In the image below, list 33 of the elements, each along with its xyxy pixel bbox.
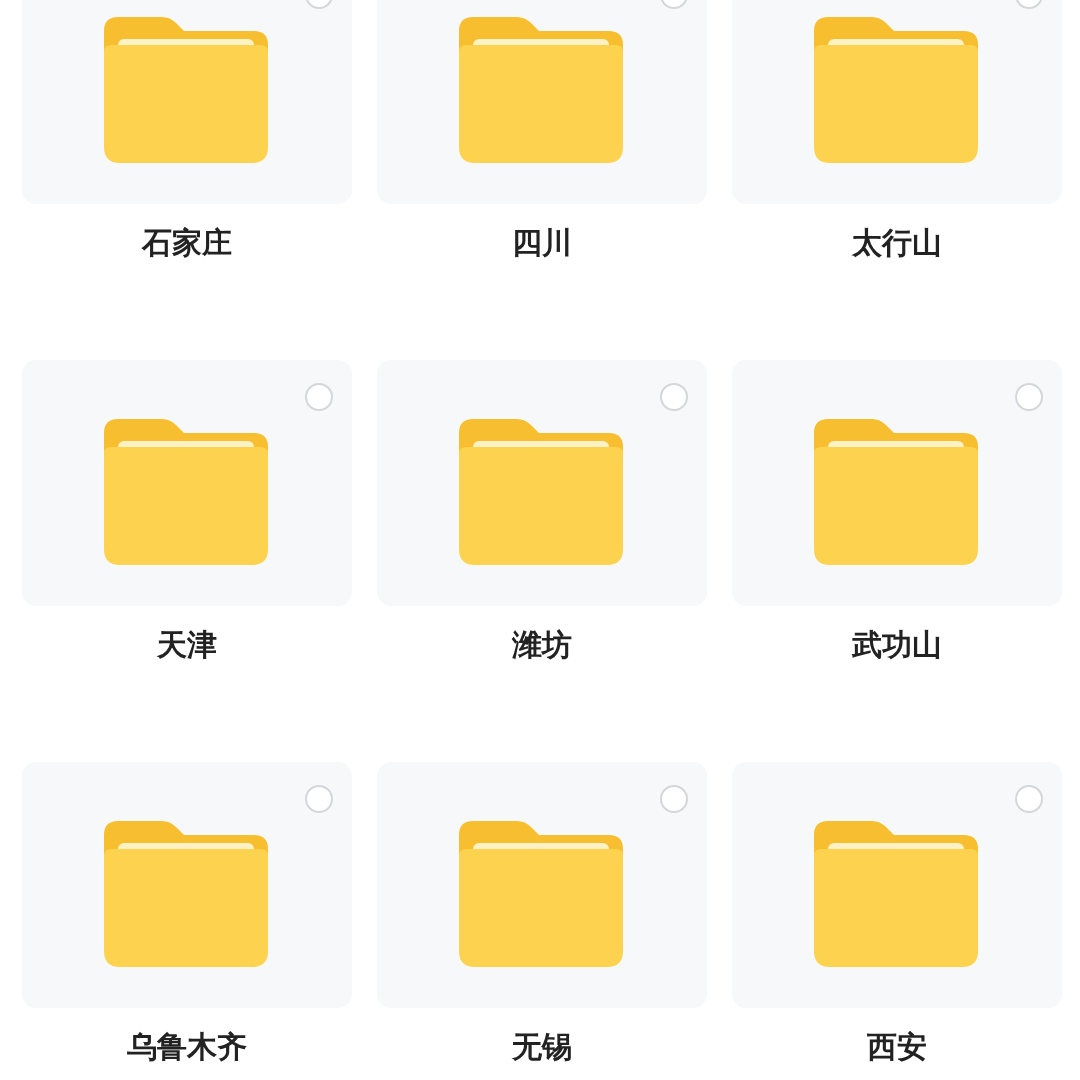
folder-name: 无锡 bbox=[512, 1030, 572, 1064]
select-circle[interactable] bbox=[305, 383, 333, 411]
folder-tile[interactable] bbox=[732, 762, 1062, 1008]
folder-icon bbox=[459, 821, 623, 967]
folder-name: 西安 bbox=[867, 1030, 927, 1064]
folder-name: 乌鲁木齐 bbox=[127, 1030, 247, 1064]
folder-icon bbox=[814, 17, 978, 163]
folder-tile[interactable] bbox=[377, 0, 707, 204]
folder-name: 石家庄 bbox=[142, 226, 232, 260]
folder-icon bbox=[104, 419, 268, 565]
folder-tile[interactable] bbox=[22, 360, 352, 606]
folder-tile[interactable] bbox=[377, 762, 707, 1008]
select-circle[interactable] bbox=[1015, 383, 1043, 411]
folder-tile[interactable] bbox=[732, 0, 1062, 204]
folder-icon bbox=[104, 821, 268, 967]
folder-name: 潍坊 bbox=[512, 628, 572, 662]
folder-tile[interactable] bbox=[22, 0, 352, 204]
folder-name: 太行山 bbox=[852, 226, 942, 260]
folder-icon bbox=[814, 821, 978, 967]
select-circle[interactable] bbox=[1015, 785, 1043, 813]
folder-name: 武功山 bbox=[852, 628, 942, 662]
folder-icon bbox=[459, 419, 623, 565]
folder-icon bbox=[459, 17, 623, 163]
folder-icon bbox=[104, 17, 268, 163]
folder-name: 天津 bbox=[157, 628, 217, 662]
folder-icon bbox=[814, 419, 978, 565]
folder-tile[interactable] bbox=[377, 360, 707, 606]
folder-name: 四川 bbox=[512, 226, 572, 260]
select-circle[interactable] bbox=[660, 383, 688, 411]
folder-tile[interactable] bbox=[732, 360, 1062, 606]
folder-tile[interactable] bbox=[22, 762, 352, 1008]
select-circle[interactable] bbox=[660, 785, 688, 813]
select-circle[interactable] bbox=[305, 785, 333, 813]
